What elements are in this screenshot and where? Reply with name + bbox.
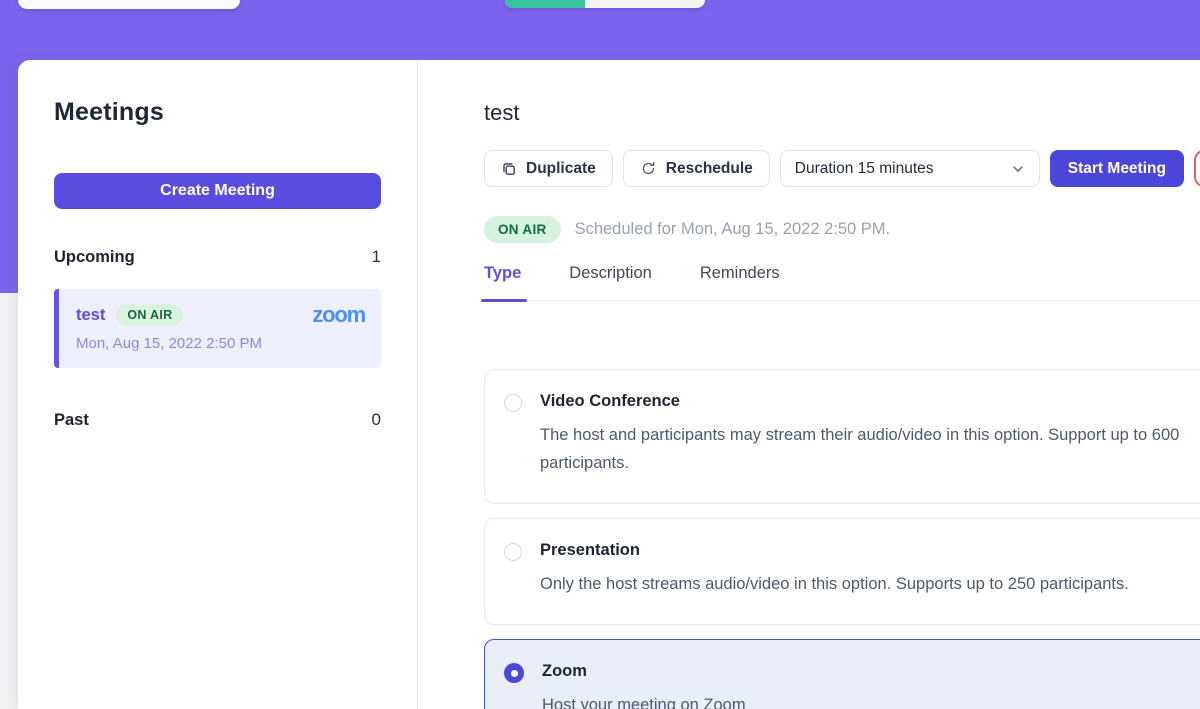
option-description: The host and participants may stream the… [540, 421, 1200, 477]
duplicate-label: Duplicate [526, 160, 596, 178]
meetings-sidebar: Meetings Create Meeting Upcoming 1 test … [18, 60, 418, 709]
app-panel: Meetings Create Meeting Upcoming 1 test … [18, 60, 1200, 709]
reschedule-label: Reschedule [666, 160, 753, 178]
on-air-status-badge: ON AIR [484, 216, 561, 243]
create-meeting-button[interactable]: Create Meeting [54, 173, 381, 209]
chevron-down-icon [1011, 162, 1025, 176]
tab-description[interactable]: Description [569, 264, 652, 300]
clipped-top-card [18, 0, 240, 9]
zoom-logo: zoom [312, 304, 365, 326]
option-title: Zoom [542, 662, 746, 681]
meeting-datetime: Mon, Aug 15, 2022 2:50 PM [76, 335, 365, 352]
past-label: Past [54, 411, 89, 430]
upcoming-section-header: Upcoming 1 [54, 247, 381, 267]
radio-unchecked-icon[interactable] [504, 394, 522, 412]
past-count: 0 [372, 410, 381, 430]
duration-value: Duration 15 minutes [795, 160, 934, 178]
meeting-title: test [484, 100, 1200, 126]
copy-icon [501, 161, 517, 177]
option-presentation[interactable]: Presentation Only the host streams audio… [484, 518, 1200, 625]
option-video-conference[interactable]: Video Conference The host and participan… [484, 369, 1200, 504]
meeting-list-item[interactable]: test ON AIR zoom Mon, Aug 15, 2022 2:50 … [54, 289, 381, 368]
refresh-icon [640, 160, 657, 177]
delete-button-clipped[interactable] [1194, 150, 1200, 187]
past-section-header: Past 0 [54, 410, 381, 430]
action-toolbar: Duplicate Reschedule Duration 15 minutes… [484, 150, 1200, 187]
detail-tabs: Type Description Reminders [484, 264, 1200, 301]
meeting-detail-panel: test Duplicate Reschedule Duration 15 mi… [418, 60, 1200, 709]
option-title: Video Conference [540, 392, 1200, 411]
status-row: ON AIR Scheduled for Mon, Aug 15, 2022 2… [484, 216, 1200, 243]
duplicate-button[interactable]: Duplicate [484, 150, 613, 187]
page-title: Meetings [54, 98, 381, 127]
toast-progress-fill [505, 0, 585, 8]
reschedule-button[interactable]: Reschedule [623, 150, 770, 187]
tab-reminders[interactable]: Reminders [700, 264, 780, 300]
tab-type[interactable]: Type [484, 264, 521, 300]
toast-progress-bar [505, 0, 705, 8]
option-description: Only the host streams audio/video in thi… [540, 570, 1129, 598]
upcoming-label: Upcoming [54, 248, 135, 267]
radio-unchecked-icon[interactable] [504, 543, 522, 561]
option-title: Presentation [540, 541, 1129, 560]
meeting-name: test [76, 306, 105, 325]
radio-checked-icon[interactable] [504, 663, 524, 683]
duration-select[interactable]: Duration 15 minutes [780, 150, 1040, 187]
meeting-type-options: Video Conference The host and participan… [484, 369, 1200, 709]
upcoming-count: 1 [372, 247, 381, 267]
on-air-badge: ON AIR [116, 304, 183, 326]
start-meeting-button[interactable]: Start Meeting [1050, 150, 1184, 187]
option-description: Host your meeting on Zoom [542, 691, 746, 709]
option-zoom[interactable]: Zoom Host your meeting on Zoom [484, 639, 1200, 709]
scheduled-text: Scheduled for Mon, Aug 15, 2022 2:50 PM. [575, 220, 891, 239]
